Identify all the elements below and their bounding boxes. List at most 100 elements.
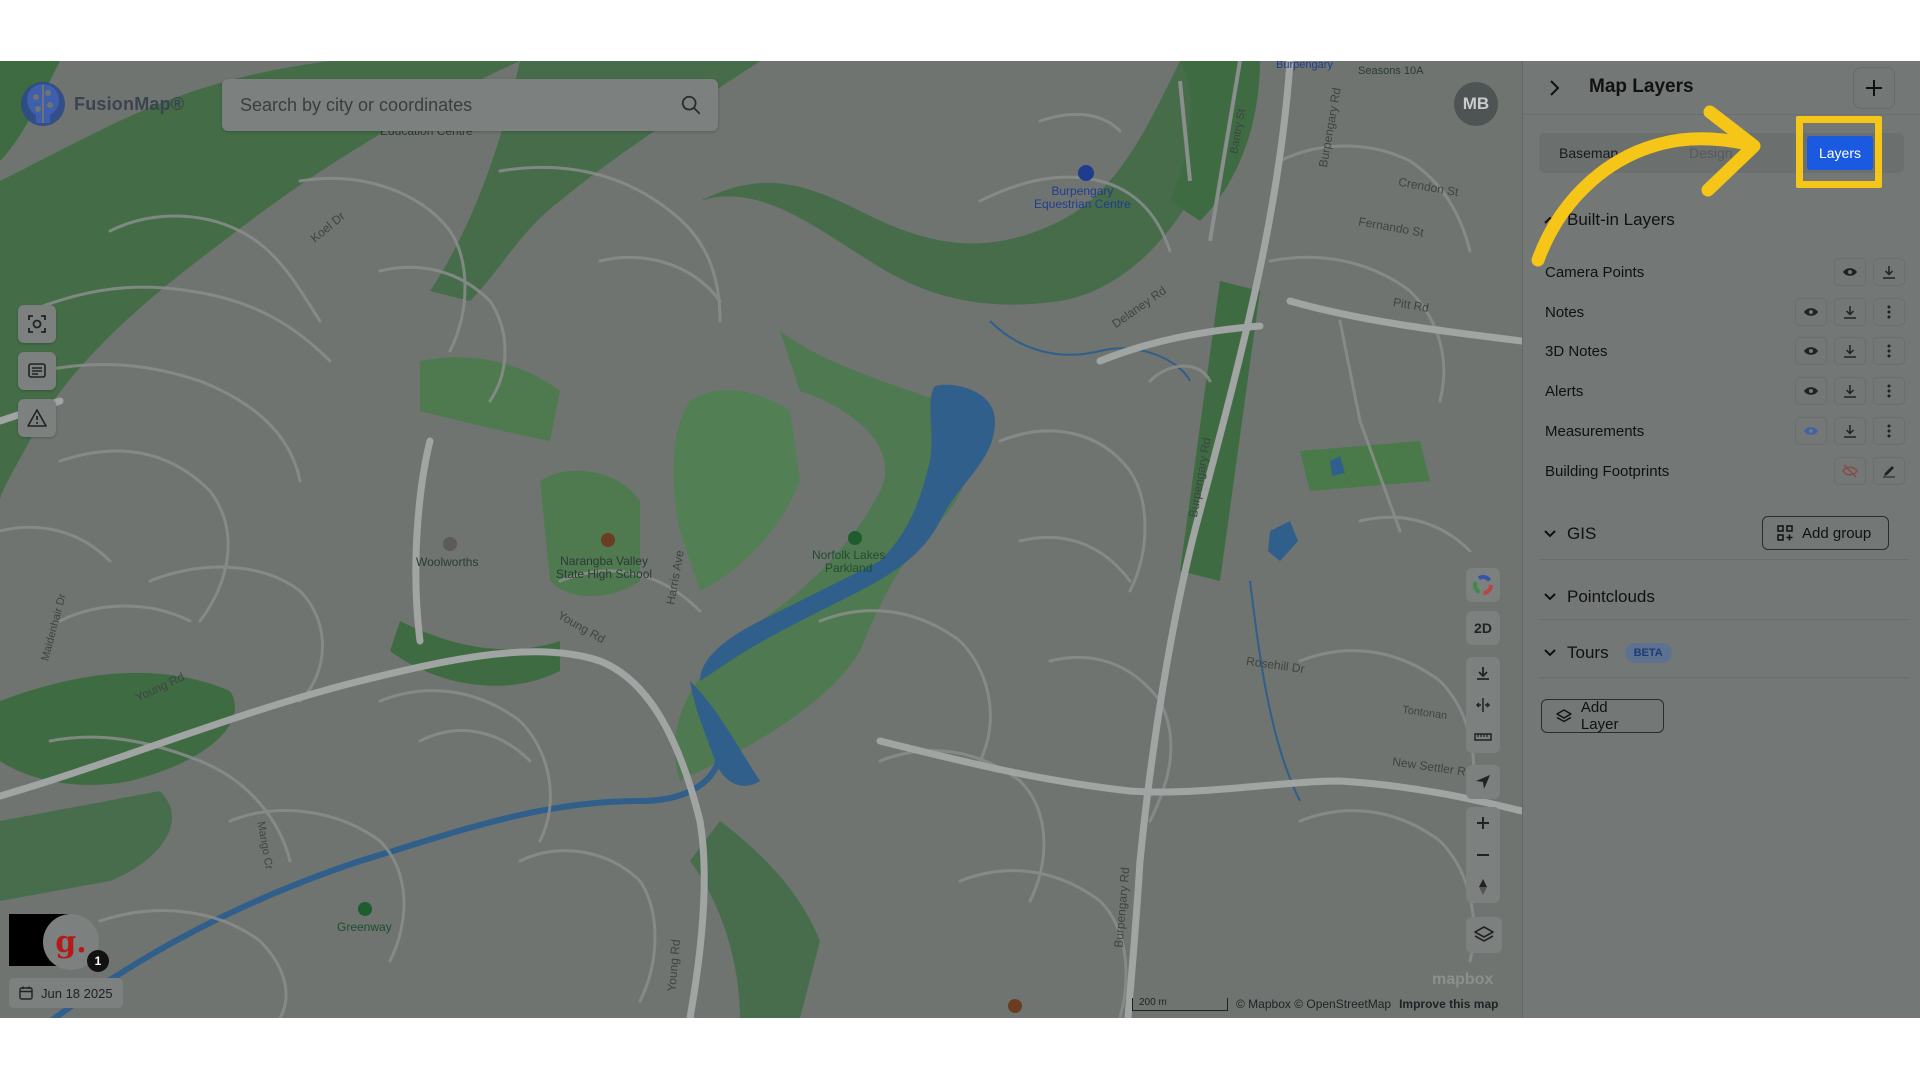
download-icon (1844, 345, 1856, 358)
map-label-burpengary-north: Burpengary (1276, 61, 1333, 71)
scale-bar: 200 m (1132, 997, 1228, 1011)
zoom-in-button[interactable] (1466, 807, 1500, 839)
layers-toggle-button[interactable] (1466, 917, 1502, 953)
more-options-button[interactable] (1873, 337, 1905, 365)
download-icon (1844, 306, 1856, 319)
split-icon (1475, 698, 1491, 712)
beta-badge: BETA (1624, 643, 1672, 663)
search-input[interactable] (222, 78, 680, 132)
more-options-button[interactable] (1873, 298, 1905, 326)
download-layer-button[interactable] (1834, 337, 1866, 365)
date-label: Jun 18 2025 (41, 985, 113, 1001)
more-vertical-icon (1887, 384, 1891, 398)
notes-icon (28, 363, 46, 378)
visibility-toggle[interactable] (1795, 337, 1827, 365)
screenshot-icon (28, 315, 46, 333)
user-avatar[interactable]: MB (1454, 82, 1498, 126)
map-label-seasons: Seasons 10A (1358, 65, 1424, 77)
map-label-school: Narangba Valley State High School (556, 554, 653, 581)
more-vertical-icon (1887, 305, 1891, 319)
layer-name: Building Footprints (1545, 462, 1670, 480)
add-layer-button[interactable]: Add Layer (1541, 699, 1664, 733)
layer-row-notes: Notes (1545, 297, 1905, 327)
layer-name: Measurements (1545, 422, 1645, 440)
measure-button[interactable] (1466, 721, 1500, 753)
map-label-greenway: Greenway (337, 920, 392, 934)
layer-row-3d-notes: 3D Notes (1545, 336, 1905, 366)
zoom-out-button[interactable] (1466, 839, 1500, 871)
alerts-button[interactable] (18, 399, 56, 437)
gis-section-header[interactable]: GIS (1543, 524, 1596, 544)
search-icon[interactable] (680, 94, 702, 116)
add-group-button[interactable]: Add group (1762, 516, 1889, 550)
chevron-down-icon (1544, 649, 1556, 657)
compass-button[interactable] (1466, 871, 1500, 903)
minus-icon (1477, 854, 1489, 856)
view-mode-toggle[interactable]: 2D (1466, 611, 1500, 645)
mapbox-logo[interactable]: mapbox (1432, 971, 1493, 989)
notes-button[interactable] (18, 352, 56, 390)
visibility-toggle[interactable] (1795, 417, 1827, 445)
split-view-button[interactable] (1466, 689, 1500, 721)
visibility-toggle[interactable] (1834, 258, 1866, 286)
tours-title: Tours (1567, 643, 1609, 662)
fusionmap-logo-icon (21, 82, 65, 126)
visibility-toggle[interactable] (1795, 377, 1827, 405)
compass-icon (1479, 879, 1487, 895)
layer-name: 3D Notes (1545, 342, 1608, 360)
download-icon (1477, 667, 1489, 680)
download-layer-button[interactable] (1834, 377, 1866, 405)
tutorial-arrow-icon (1531, 105, 1761, 267)
download-icon (1883, 266, 1895, 279)
map-attribution: 200 m © Mapbox © OpenStreetMap Improve t… (1132, 997, 1498, 1011)
color-mode-button[interactable] (1466, 568, 1500, 602)
improve-map-link[interactable]: Improve this map (1399, 997, 1498, 1011)
app-logo[interactable]: FusionMap® (18, 79, 184, 129)
layer-row-building-footprints: Building Footprints (1545, 456, 1905, 486)
eye-icon (1843, 268, 1857, 276)
divider (1539, 677, 1909, 678)
eye-off-icon (1842, 464, 1858, 478)
download-icon (1844, 385, 1856, 398)
visibility-toggle[interactable] (1795, 298, 1827, 326)
tutorial-highlight-box (1796, 116, 1882, 188)
calendar-icon (19, 986, 33, 1000)
map-view[interactable]: Education Centre Seasons 10A Burpengary … (0, 61, 1522, 1018)
download-layer-button[interactable] (1834, 298, 1866, 326)
app-name: FusionMap® (74, 93, 185, 114)
eye-icon (1804, 387, 1818, 395)
more-options-button[interactable] (1873, 417, 1905, 445)
layer-name: Notes (1545, 303, 1585, 321)
download-layer-button[interactable] (1834, 417, 1866, 445)
add-layer-label: Add Layer (1580, 699, 1619, 733)
edit-layer-button[interactable] (1873, 457, 1905, 485)
plus-icon (1866, 80, 1882, 96)
visibility-toggle[interactable] (1834, 457, 1866, 485)
divider (1539, 559, 1909, 560)
download-button[interactable] (1466, 657, 1500, 689)
zoom-controls (1466, 807, 1500, 903)
more-options-button[interactable] (1873, 377, 1905, 405)
more-vertical-icon (1887, 424, 1891, 438)
search-box[interactable] (222, 78, 718, 132)
date-picker[interactable]: Jun 18 2025 (9, 978, 123, 1008)
collapse-panel-chevron-icon[interactable] (1543, 77, 1565, 99)
add-button[interactable] (1853, 67, 1895, 109)
locate-button[interactable] (1466, 765, 1500, 799)
more-vertical-icon (1887, 344, 1891, 358)
attribution-text[interactable]: © Mapbox © OpenStreetMap (1236, 997, 1391, 1011)
eye-icon (1804, 308, 1818, 316)
plus-icon (1477, 817, 1489, 829)
map-label-woolworths: Woolworths (416, 555, 479, 569)
download-layer-button[interactable] (1873, 258, 1905, 286)
ruler-icon (1474, 733, 1492, 741)
layer-row-alerts: Alerts (1545, 376, 1905, 406)
screenshot-button[interactable] (18, 305, 56, 343)
download-icon (1844, 425, 1856, 438)
navigation-arrow-icon (1476, 775, 1490, 789)
workspace-profile[interactable]: g. 1 (9, 914, 109, 972)
tours-section-header[interactable]: Tours BETA (1543, 643, 1672, 663)
layer-name: Alerts (1545, 382, 1584, 400)
pointclouds-section-header[interactable]: Pointclouds (1543, 587, 1655, 607)
map-canvas[interactable] (0, 61, 1522, 1018)
